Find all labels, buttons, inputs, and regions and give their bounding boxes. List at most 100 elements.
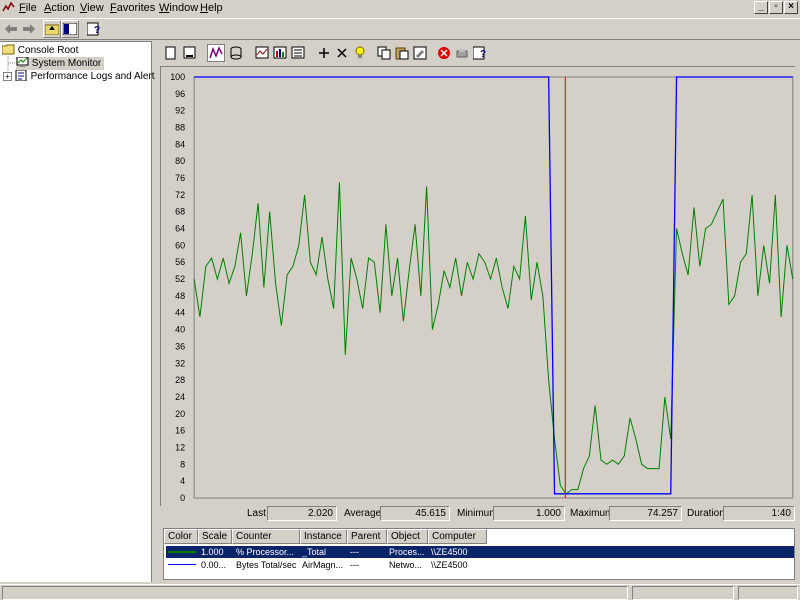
- add-counter-button[interactable]: [315, 44, 333, 62]
- back-arrow-icon: [5, 24, 17, 34]
- menu-file[interactable]: File: [19, 2, 37, 14]
- y-tick-label: 12: [175, 442, 185, 452]
- clear-display-button[interactable]: [181, 44, 199, 62]
- last-value: 2.020: [267, 506, 337, 521]
- folder-icon: [1, 44, 15, 55]
- menu-favorites[interactable]: Favorites: [110, 2, 155, 14]
- close-button[interactable]: ×: [784, 1, 798, 14]
- freeze-display-button[interactable]: [435, 44, 453, 62]
- legend-header-scale[interactable]: Scale: [198, 529, 232, 544]
- maximum-label: Maximum: [570, 508, 614, 519]
- copy-properties-button[interactable]: [375, 44, 393, 62]
- status-panel-main: [2, 586, 628, 600]
- monitor-help-button[interactable]: ?: [471, 44, 489, 62]
- legend-header-color[interactable]: Color: [164, 529, 198, 544]
- new-counter-set-button[interactable]: [162, 44, 180, 62]
- status-panel-3: [738, 586, 798, 600]
- legend-counter: % Processor...: [236, 547, 295, 557]
- legend-object: Proces...: [389, 547, 425, 557]
- counter-legend: Color Scale Counter Instance Parent Obje…: [163, 528, 795, 580]
- legend-header-counter[interactable]: Counter: [232, 529, 300, 544]
- y-tick-label: 84: [175, 139, 185, 149]
- system-monitor-icon: [16, 56, 29, 67]
- y-tick-label: 56: [175, 257, 185, 267]
- tree-label-perf-logs: Performance Logs and Alerts: [30, 71, 160, 82]
- legend-header-computer[interactable]: Computer: [428, 529, 487, 544]
- legend-color-swatch: [168, 551, 196, 553]
- svg-text:?: ?: [94, 25, 100, 36]
- console-tree: Console Root System Monitor + Performanc…: [0, 41, 160, 582]
- paste-counter-list-button[interactable]: [393, 44, 411, 62]
- legend-computer: \\ZE4500: [431, 547, 468, 557]
- y-tick-label: 8: [180, 459, 185, 469]
- legend-row[interactable]: 1.000 % Processor... _Total --- Proces..…: [166, 546, 794, 558]
- app-icon[interactable]: [2, 1, 15, 14]
- report-icon: [291, 46, 305, 59]
- legend-header-instance[interactable]: Instance: [300, 529, 347, 544]
- view-histogram-button[interactable]: [271, 44, 289, 62]
- y-tick-label: 60: [175, 240, 185, 250]
- legend-scale: 0.00...: [201, 560, 227, 570]
- legend-counter: Bytes Total/sec: [236, 560, 297, 570]
- y-tick-label: 4: [180, 476, 185, 486]
- back-button[interactable]: [2, 20, 20, 38]
- y-tick-label: 88: [175, 122, 185, 132]
- view-graph-button[interactable]: [253, 44, 271, 62]
- delete-counter-button[interactable]: [333, 44, 351, 62]
- up-one-level-button[interactable]: [43, 20, 61, 38]
- y-tick-label: 48: [175, 291, 185, 301]
- view-report-button[interactable]: [289, 44, 307, 62]
- minimum-value: 1.000: [493, 506, 565, 521]
- y-tick-label: 32: [175, 358, 185, 368]
- tree-item-perf-logs[interactable]: + Performance Logs and Alerts: [3, 69, 160, 83]
- copy-icon: [377, 46, 391, 60]
- y-tick-label: 76: [175, 173, 185, 183]
- menu-view[interactable]: View: [80, 2, 104, 14]
- view-log-data-button[interactable]: [227, 44, 245, 62]
- folder-up-icon: [45, 24, 59, 35]
- y-tick-label: 16: [175, 426, 185, 436]
- status-panel-2: [632, 586, 734, 600]
- lightbulb-icon: [355, 46, 365, 58]
- restore-button[interactable]: ▫: [769, 1, 783, 14]
- update-icon: [456, 49, 468, 58]
- minimize-button[interactable]: _: [754, 1, 768, 14]
- stop-icon: [438, 47, 450, 59]
- show-hide-tree-button[interactable]: [61, 20, 79, 38]
- view-current-activity-button[interactable]: [207, 44, 225, 62]
- tree-item-system-monitor[interactable]: System Monitor: [16, 56, 105, 70]
- svg-text:?: ?: [480, 49, 486, 60]
- update-data-button[interactable]: [453, 44, 471, 62]
- y-tick-label: 92: [175, 106, 185, 116]
- average-value: 45.615: [380, 506, 450, 521]
- properties-icon: [413, 46, 427, 60]
- monitor-toolbar: ?: [159, 43, 499, 65]
- y-tick-label: 96: [175, 89, 185, 99]
- performance-graph[interactable]: 1009692888480767268646056524844403632282…: [160, 66, 795, 506]
- forward-button[interactable]: [20, 20, 38, 38]
- tree-label-system-monitor: System Monitor: [31, 58, 102, 69]
- menu-action[interactable]: Action: [44, 2, 75, 14]
- highlight-button[interactable]: [351, 44, 369, 62]
- current-activity-icon: [209, 46, 223, 59]
- forward-arrow-icon: [23, 24, 35, 34]
- y-tick-label: 28: [175, 375, 185, 385]
- help-button[interactable]: ?: [85, 20, 103, 38]
- help-icon: ?: [87, 22, 100, 36]
- log-data-icon: [230, 46, 242, 60]
- legend-parent: ---: [350, 547, 359, 557]
- menu-help[interactable]: Help: [200, 2, 223, 14]
- menu-window[interactable]: Window: [159, 2, 198, 14]
- new-counter-set-icon: [165, 46, 176, 60]
- legend-scale: 1.000: [201, 547, 224, 557]
- tree-item-console-root[interactable]: Console Root: [1, 44, 79, 57]
- legend-header-object[interactable]: Object: [387, 529, 428, 544]
- y-tick-label: 44: [175, 308, 185, 318]
- tree-label-root: Console Root: [17, 45, 79, 56]
- legend-row[interactable]: 0.00... Bytes Total/sec AirMagn... --- N…: [166, 559, 794, 571]
- properties-button[interactable]: [411, 44, 429, 62]
- y-tick-label: 24: [175, 392, 185, 402]
- duration-label: Duration: [687, 508, 725, 519]
- legend-header-parent[interactable]: Parent: [347, 529, 387, 544]
- expand-plus-icon[interactable]: +: [3, 72, 12, 81]
